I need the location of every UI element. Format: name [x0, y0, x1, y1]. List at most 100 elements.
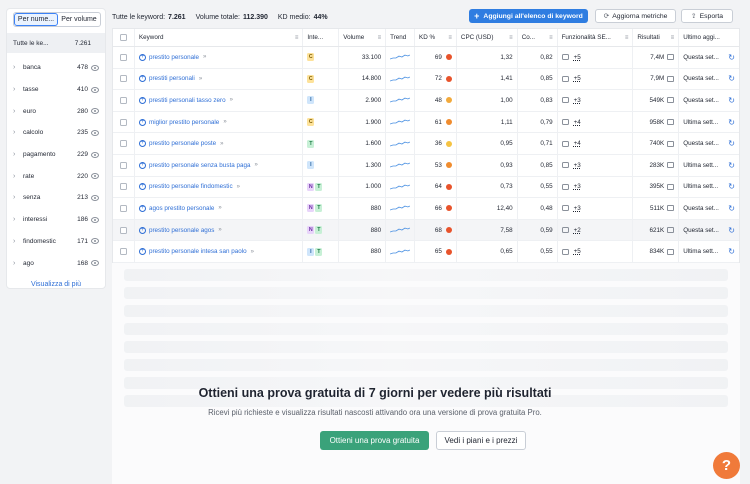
eye-icon[interactable] — [91, 64, 99, 71]
chevron-right-icon[interactable]: › — [13, 86, 23, 93]
keyword-overview-icon[interactable]: » — [254, 162, 257, 168]
view-plans-button[interactable]: Vedi i piani e i prezzi — [436, 431, 526, 450]
serp-features-more[interactable]: +3 — [574, 97, 581, 104]
serp-features-more[interactable]: +5 — [574, 248, 581, 255]
all-keywords-group[interactable]: Tutte le ke... 7.261 — [7, 33, 105, 53]
col-keyword[interactable]: Keyword ≡ — [135, 29, 304, 46]
serp-snapshot-icon[interactable] — [667, 248, 675, 255]
serp-features-more[interactable]: +4 — [574, 119, 581, 126]
sort-by-name-tab[interactable]: Per nume... — [14, 13, 58, 26]
serp-snapshot-icon[interactable] — [667, 162, 675, 169]
refresh-row-icon[interactable]: ↻ — [728, 118, 735, 127]
serp-features-more[interactable]: +4 — [574, 140, 581, 147]
row-checkbox[interactable] — [119, 140, 127, 148]
col-results[interactable]: Risultati ≡ — [633, 29, 680, 46]
refresh-row-icon[interactable]: ↻ — [728, 74, 735, 83]
serp-features-more[interactable]: +5 — [574, 54, 581, 61]
refresh-row-icon[interactable]: ↻ — [728, 139, 735, 148]
keyword-overview-icon[interactable]: » — [218, 205, 221, 211]
chevron-right-icon[interactable]: › — [13, 173, 23, 180]
sidebar-group-item[interactable]: › euro 280 — [7, 100, 105, 122]
serp-snapshot-icon[interactable] — [667, 119, 675, 126]
chevron-right-icon[interactable]: › — [13, 64, 23, 71]
serp-features-more[interactable]: +2 — [574, 227, 581, 234]
row-checkbox[interactable] — [119, 53, 127, 61]
serp-snapshot-icon[interactable] — [667, 140, 675, 147]
add-keyword-icon[interactable]: + — [138, 204, 146, 212]
keyword-overview-icon[interactable]: » — [199, 76, 202, 82]
eye-icon[interactable] — [91, 238, 99, 245]
keyword-overview-icon[interactable]: » — [251, 249, 254, 255]
eye-icon[interactable] — [91, 173, 99, 180]
keyword-overview-icon[interactable]: » — [218, 227, 221, 233]
keyword-link[interactable]: prestito personale — [149, 54, 199, 61]
sidebar-group-item[interactable]: › tasse 410 — [7, 79, 105, 101]
export-button[interactable]: ⇪ Esporta — [681, 9, 733, 23]
refresh-metrics-button[interactable]: ⟳ Aggiorna metriche — [595, 9, 676, 23]
row-checkbox[interactable] — [119, 204, 127, 212]
row-checkbox[interactable] — [119, 248, 127, 256]
keyword-overview-icon[interactable]: » — [237, 184, 240, 190]
chevron-right-icon[interactable]: › — [13, 194, 23, 201]
chevron-right-icon[interactable]: › — [13, 108, 23, 115]
add-keyword-icon[interactable]: + — [138, 118, 146, 126]
row-checkbox[interactable] — [119, 75, 127, 83]
add-keyword-icon[interactable]: + — [138, 96, 146, 104]
chevron-right-icon[interactable]: › — [13, 216, 23, 223]
add-keyword-icon[interactable]: + — [138, 140, 146, 148]
chevron-right-icon[interactable]: › — [13, 238, 23, 245]
col-volume[interactable]: Volume ≡ — [339, 29, 387, 46]
refresh-row-icon[interactable]: ↻ — [728, 204, 735, 213]
show-more-link[interactable]: Visualizza di più — [7, 281, 105, 288]
chevron-right-icon[interactable]: › — [13, 260, 23, 267]
col-kd[interactable]: KD % ≡ — [415, 29, 457, 46]
keyword-link[interactable]: prestito personale senza busta paga — [149, 162, 251, 169]
refresh-row-icon[interactable]: ↻ — [728, 96, 735, 105]
refresh-row-icon[interactable]: ↻ — [728, 247, 735, 256]
sidebar-group-item[interactable]: › findomestic 171 — [7, 231, 105, 253]
keyword-overview-icon[interactable]: » — [230, 97, 233, 103]
eye-icon[interactable] — [91, 194, 99, 201]
add-keyword-icon[interactable]: + — [138, 248, 146, 256]
add-keyword-icon[interactable]: + — [138, 183, 146, 191]
refresh-row-icon[interactable]: ↻ — [728, 226, 735, 235]
serp-features-more[interactable]: +5 — [574, 75, 581, 82]
help-button[interactable]: ? — [713, 452, 740, 479]
sidebar-group-item[interactable]: › banca 478 — [7, 57, 105, 79]
row-checkbox[interactable] — [119, 226, 127, 234]
row-checkbox[interactable] — [119, 96, 127, 104]
sidebar-group-item[interactable]: › rate 220 — [7, 165, 105, 187]
refresh-row-icon[interactable]: ↻ — [728, 161, 735, 170]
serp-features-more[interactable]: +3 — [574, 162, 581, 169]
start-free-trial-button[interactable]: Ottieni una prova gratuita — [320, 431, 429, 450]
keyword-overview-icon[interactable]: » — [223, 119, 226, 125]
serp-features-more[interactable]: +3 — [574, 205, 581, 212]
sidebar-group-item[interactable]: › ago 168 — [7, 252, 105, 274]
serp-snapshot-icon[interactable] — [667, 183, 675, 190]
col-intent[interactable]: Inte... — [303, 29, 340, 46]
serp-snapshot-icon[interactable] — [667, 205, 675, 212]
serp-snapshot-icon[interactable] — [667, 75, 675, 82]
eye-icon[interactable] — [91, 216, 99, 223]
keyword-link[interactable]: prestito personale poste — [149, 140, 216, 147]
sort-by-volume-tab[interactable]: Per volume — [58, 13, 100, 26]
serp-snapshot-icon[interactable] — [667, 54, 675, 61]
refresh-row-icon[interactable]: ↻ — [728, 182, 735, 191]
serp-snapshot-icon[interactable] — [667, 97, 675, 104]
select-all-checkbox[interactable] — [119, 34, 127, 41]
eye-icon[interactable] — [91, 260, 99, 267]
keyword-link[interactable]: agos prestito personale — [149, 205, 214, 212]
eye-icon[interactable] — [91, 108, 99, 115]
add-keyword-icon[interactable]: + — [138, 53, 146, 61]
eye-icon[interactable] — [91, 151, 99, 158]
sidebar-group-item[interactable]: › calcolo 235 — [7, 122, 105, 144]
col-updated[interactable]: Ultimo aggi... — [679, 29, 739, 46]
keyword-link[interactable]: prestito personale intesa san paolo — [149, 248, 247, 255]
add-keyword-icon[interactable]: + — [138, 226, 146, 234]
add-keyword-icon[interactable]: + — [138, 161, 146, 169]
add-to-keyword-list-button[interactable]: + Aggiungi all'elenco di keyword — [469, 9, 588, 23]
add-keyword-icon[interactable]: + — [138, 75, 146, 83]
keyword-overview-icon[interactable]: » — [203, 54, 206, 60]
sidebar-group-item[interactable]: › senza 213 — [7, 187, 105, 209]
keyword-link[interactable]: miglior prestito personale — [149, 119, 219, 126]
